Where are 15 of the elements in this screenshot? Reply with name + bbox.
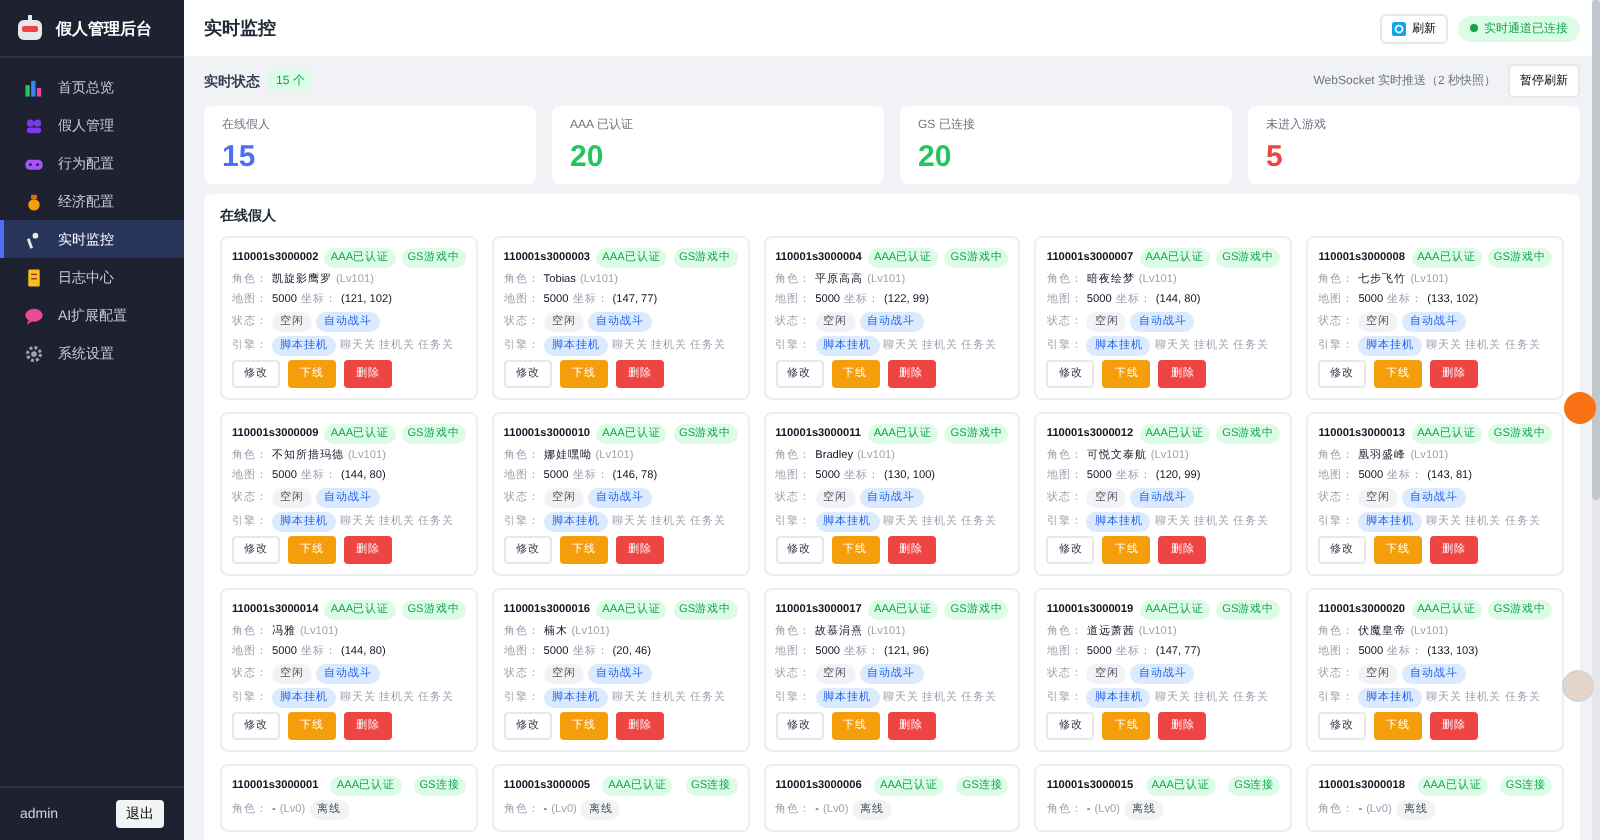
stat-value: 15 [222, 140, 258, 174]
people-icon [24, 115, 44, 135]
refresh-icon [1392, 21, 1406, 35]
status-dot [1470, 24, 1478, 32]
robot-logo-icon [16, 14, 44, 42]
app-title: 假人管理后台 [56, 17, 152, 39]
stat-value: 20 [918, 140, 954, 174]
page-title: 实时监控 [204, 15, 276, 41]
money-bag-icon [24, 191, 44, 211]
stat-value: 20 [570, 140, 606, 174]
settings-icon [24, 343, 44, 363]
speech-bubble-icon [24, 305, 44, 325]
bar-chart-icon [24, 77, 44, 97]
scroll-icon [24, 267, 44, 287]
stat-value: 5 [1266, 140, 1285, 174]
